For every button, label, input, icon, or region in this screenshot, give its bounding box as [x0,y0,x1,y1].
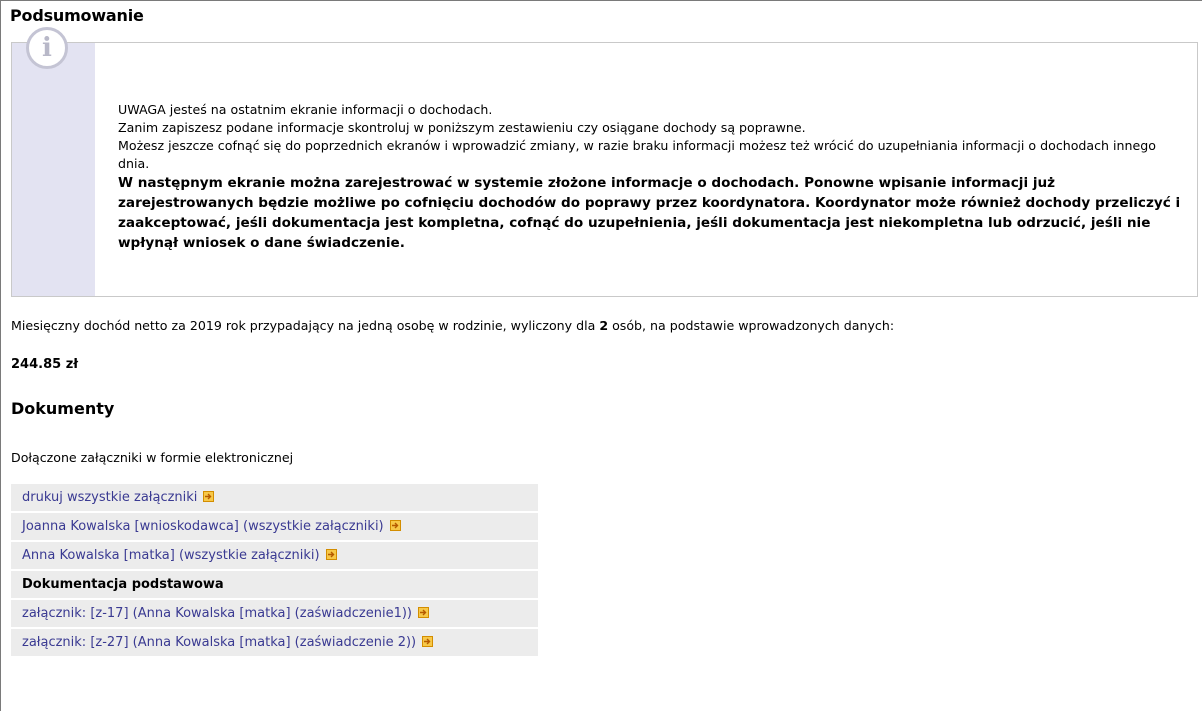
income-amount: 244.85 zł [11,357,79,372]
attachment-label[interactable]: Anna Kowalska [matka] (wszystkie załączn… [22,548,320,563]
attachment-link[interactable]: drukuj wszystkie załączniki [11,484,538,513]
section-header: Dokumentacja podstawowa [11,570,538,600]
attachment-link[interactable]: Anna Kowalska [matka] (wszystkie załączn… [11,541,538,571]
info-line: UWAGA jesteś na ostatnim ekranie informa… [118,102,493,117]
attachment-label[interactable]: załącznik: [z-27] (Anna Kowalska [matka]… [22,635,416,650]
summary-heading: Podsumowanie [10,6,144,25]
arrow-right-icon[interactable] [422,636,434,647]
table-row[interactable]: załącznik: [z-27] (Anna Kowalska [matka]… [11,628,538,658]
attachment-label[interactable]: drukuj wszystkie załączniki [22,490,197,505]
attachments-note: Dołączone załączniki w formie elektronic… [11,450,294,465]
attachment-link[interactable]: Joanna Kowalska [wnioskodawca] (wszystki… [11,512,538,542]
attachment-label[interactable]: załącznik: [z-17] (Anna Kowalska [matka]… [22,606,412,621]
attachments-table: drukuj wszystkie załączniki Joanna Kowal… [11,484,538,658]
attachment-link[interactable]: załącznik: [z-17] (Anna Kowalska [matka]… [11,599,538,629]
arrow-right-icon[interactable] [418,607,429,618]
income-description: Miesięczny dochód netto za 2019 rok przy… [11,318,894,333]
info-bold-text: W następnym ekranie można zarejestrować … [118,175,1181,251]
table-row[interactable]: Anna Kowalska [matka] (wszystkie załączn… [11,541,538,571]
table-row[interactable]: załącznik: [z-17] (Anna Kowalska [matka]… [11,599,538,629]
table-row[interactable]: Joanna Kowalska [wnioskodawca] (wszystki… [11,512,538,542]
info-line: Zanim zapiszesz podane informacje skontr… [118,120,806,135]
income-suffix: osób, na podstawie wprowadzonych danych: [608,318,895,333]
documents-heading: Dokumenty [11,399,115,418]
info-line: Możesz jeszcze cofnąć się do poprzednich… [118,138,1156,171]
income-prefix: Miesięczny dochód netto za 2019 rok przy… [11,318,600,333]
arrow-right-icon[interactable] [389,520,401,531]
persons-count: 2 [599,318,609,333]
arrow-right-icon[interactable] [325,549,337,560]
table-row: Dokumentacja podstawowa [11,570,538,600]
info-sidebar [12,43,95,296]
arrow-right-icon[interactable] [203,491,215,502]
table-row[interactable]: drukuj wszystkie załączniki [11,484,538,513]
info-text: UWAGA jesteś na ostatnim ekranie informa… [118,101,1188,253]
attachment-link[interactable]: załącznik: [z-27] (Anna Kowalska [matka]… [11,628,538,658]
info-notice: i UWAGA jesteś na ostatnim ekranie infor… [11,27,1198,297]
attachment-label[interactable]: Joanna Kowalska [wnioskodawca] (wszystki… [22,519,384,534]
info-icon: i [26,27,68,69]
